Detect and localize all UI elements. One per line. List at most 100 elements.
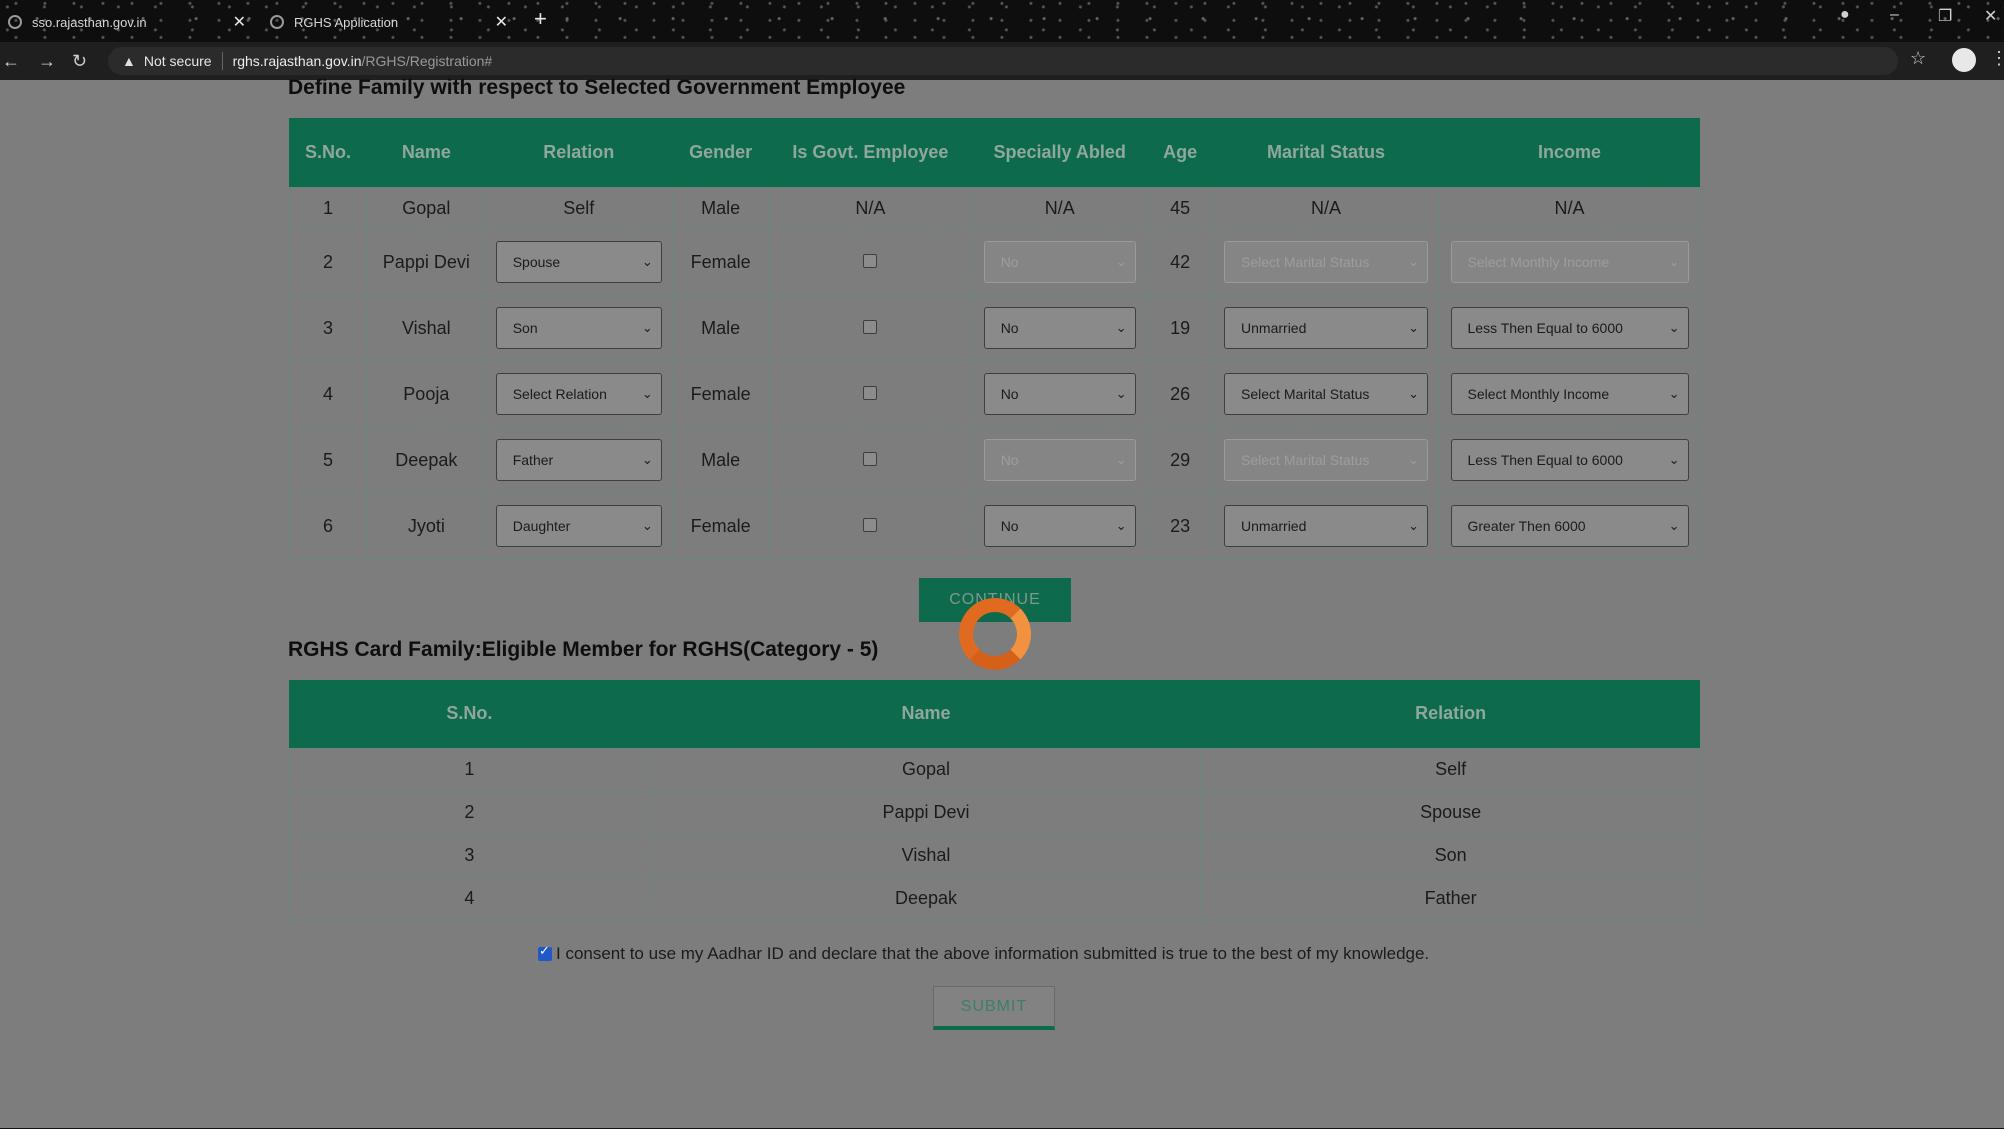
col-header-relation: Relation xyxy=(1201,680,1700,748)
reload-icon[interactable]: ↻ xyxy=(72,51,87,72)
family-section-title: Define Family with respect to Selected G… xyxy=(288,76,906,99)
table-row: 4 Deepak Father xyxy=(288,876,1700,921)
url-host: rghs.rajasthan.gov.in xyxy=(232,53,362,69)
tab-sso[interactable]: sso.rajasthan.gov.in ✕ xyxy=(8,8,246,36)
chevron-down-icon: ⌄ xyxy=(1115,320,1127,335)
col-header-marital-status: Marital Status xyxy=(1212,118,1440,187)
cell-marital-status: Select Marital Status ⌄ xyxy=(1212,360,1440,428)
specially-abled-select[interactable]: No ⌄ xyxy=(983,373,1136,415)
security-label[interactable]: Not secure xyxy=(144,53,212,69)
tab-rghs-application[interactable]: RGHS Application ✕ xyxy=(270,8,508,36)
warning-icon: ▲ xyxy=(122,53,136,69)
relation-select[interactable]: Spouse ⌄ xyxy=(495,241,662,283)
cell-name: Pappi Devi xyxy=(649,790,1203,835)
cell-name: Deepak xyxy=(649,876,1203,921)
income-select[interactable]: Less Then Equal to 6000 ⌄ xyxy=(1450,307,1689,349)
cell-income: N/A xyxy=(1439,186,1700,230)
income-select[interactable]: Select Monthly Income ⌄ xyxy=(1450,241,1689,283)
select-value: Unmarried xyxy=(1241,518,1307,534)
cell-gender: Male xyxy=(671,186,770,230)
chevron-down-icon: ⌄ xyxy=(1668,320,1680,335)
cell-relation: Self xyxy=(484,186,673,230)
tab-label: sso.rajasthan.gov.in xyxy=(32,14,147,30)
govt-employee-checkbox[interactable] xyxy=(863,451,878,466)
select-value: Greater Then 6000 xyxy=(1467,518,1586,534)
col-header-age: Age xyxy=(1147,118,1213,187)
tab-label: RGHS Application xyxy=(294,14,399,30)
loading-spinner-icon xyxy=(959,598,1031,670)
relation-select[interactable]: Select Relation ⌄ xyxy=(495,373,662,415)
marital-status-select[interactable]: Select Marital Status ⌄ xyxy=(1224,241,1429,283)
eligible-section-title: RGHS Card Family:Eligible Member for RGH… xyxy=(288,638,879,661)
cell-name: Vishal xyxy=(649,833,1203,878)
chevron-down-icon: ⌄ xyxy=(641,254,653,269)
select-value: Select Monthly Income xyxy=(1467,386,1610,402)
chevron-down-icon: ⌄ xyxy=(641,452,653,467)
cell-marital-status: Select Marital Status ⌄ xyxy=(1212,228,1440,296)
consent-text: I consent to use my Aadhar ID and declar… xyxy=(556,944,1430,963)
url-field[interactable]: ▲ Not secure rghs.rajasthan.gov.in /RGHS… xyxy=(108,47,1898,75)
close-tab-icon[interactable]: ✕ xyxy=(495,12,508,32)
new-tab-button[interactable]: + xyxy=(534,6,547,32)
cell-specially-abled: No ⌄ xyxy=(971,294,1149,362)
select-value: Select Monthly Income xyxy=(1467,254,1610,270)
marital-status-select[interactable]: Select Marital Status ⌄ xyxy=(1224,439,1429,481)
income-select[interactable]: Greater Then 6000 ⌄ xyxy=(1450,505,1689,547)
cell-income: Select Monthly Income ⌄ xyxy=(1439,360,1700,428)
cell-sno: 1 xyxy=(288,747,651,792)
chevron-down-icon: ⌄ xyxy=(1115,518,1127,533)
cell-relation: Father ⌄ xyxy=(484,426,673,494)
cell-gender: Male xyxy=(671,426,770,494)
relation-select[interactable]: Daughter ⌄ xyxy=(495,505,662,547)
col-header-specially-abled: Specially Abled xyxy=(971,118,1148,187)
close-tab-icon[interactable]: ✕ xyxy=(233,12,246,32)
cell-relation: Self xyxy=(1201,747,1700,792)
cell-gender: Male xyxy=(671,294,770,362)
relation-select[interactable]: Father ⌄ xyxy=(495,439,662,481)
back-icon[interactable]: ← xyxy=(2,51,20,72)
cell-sno: 5 xyxy=(288,426,368,494)
cell-sno: 3 xyxy=(288,833,651,878)
marital-status-select[interactable]: Unmarried ⌄ xyxy=(1224,307,1429,349)
income-select[interactable]: Less Then Equal to 6000 ⌄ xyxy=(1450,439,1689,481)
profile-avatar-icon[interactable] xyxy=(1952,48,1976,72)
marital-status-select[interactable]: Select Marital Status ⌄ xyxy=(1224,373,1429,415)
cell-specially-abled: No ⌄ xyxy=(971,228,1149,296)
marital-status-select[interactable]: Unmarried ⌄ xyxy=(1224,505,1429,547)
url-path: /RGHS/Registration# xyxy=(361,53,493,69)
bookmark-star-icon[interactable]: ☆ xyxy=(1910,48,1926,69)
specially-abled-select[interactable]: No ⌄ xyxy=(983,241,1136,283)
cell-relation: Son xyxy=(1201,833,1700,878)
forward-icon[interactable]: → xyxy=(38,51,56,72)
consent-checkbox[interactable] xyxy=(538,943,552,961)
table-row: 6 Jyoti Daughter ⌄ Female No ⌄ 23 Unmarried ⌄ Grea… xyxy=(288,492,1700,560)
specially-abled-select[interactable]: No ⌄ xyxy=(983,307,1136,349)
income-select[interactable]: Select Monthly Income ⌄ xyxy=(1450,373,1689,415)
cell-gender: Female xyxy=(671,492,770,560)
relation-select[interactable]: Son ⌄ xyxy=(495,307,662,349)
govt-employee-checkbox[interactable] xyxy=(863,385,878,400)
govt-employee-checkbox[interactable] xyxy=(863,253,878,268)
consent-row: I consent to use my Aadhar ID and declar… xyxy=(538,943,1430,964)
col-header-govt-employee: Is Govt. Employee xyxy=(769,118,972,187)
govt-employee-checkbox[interactable] xyxy=(863,319,878,334)
restore-icon[interactable]: ❐ xyxy=(1938,6,1952,26)
chevron-down-icon: ⌄ xyxy=(641,320,653,335)
cell-govt-employee: N/A xyxy=(768,186,973,230)
cell-sno: 6 xyxy=(288,492,368,560)
family-table: S.No. Name Relation Gender Is Govt. Empl… xyxy=(288,118,1700,560)
govt-employee-checkbox[interactable] xyxy=(863,517,878,532)
select-value: Select Marital Status xyxy=(1241,386,1370,402)
media-icon[interactable]: ● xyxy=(1840,6,1850,24)
close-window-icon[interactable]: ✕ xyxy=(1984,6,1997,26)
specially-abled-select[interactable]: No ⌄ xyxy=(983,439,1136,481)
submit-button[interactable]: SUBMIT xyxy=(933,986,1055,1030)
cell-relation: Daughter ⌄ xyxy=(484,492,673,560)
cell-marital-status: Select Marital Status ⌄ xyxy=(1212,426,1440,494)
minimize-icon[interactable]: – xyxy=(1890,6,1899,24)
menu-kebab-icon[interactable]: ⋮ xyxy=(1990,48,2004,69)
specially-abled-select[interactable]: No ⌄ xyxy=(983,505,1136,547)
table-row: 1 Gopal Self Male N/A N/A 45 N/A N/A xyxy=(288,186,1700,230)
cell-name: Gopal xyxy=(366,186,486,230)
chevron-down-icon: ⌄ xyxy=(1115,452,1127,467)
